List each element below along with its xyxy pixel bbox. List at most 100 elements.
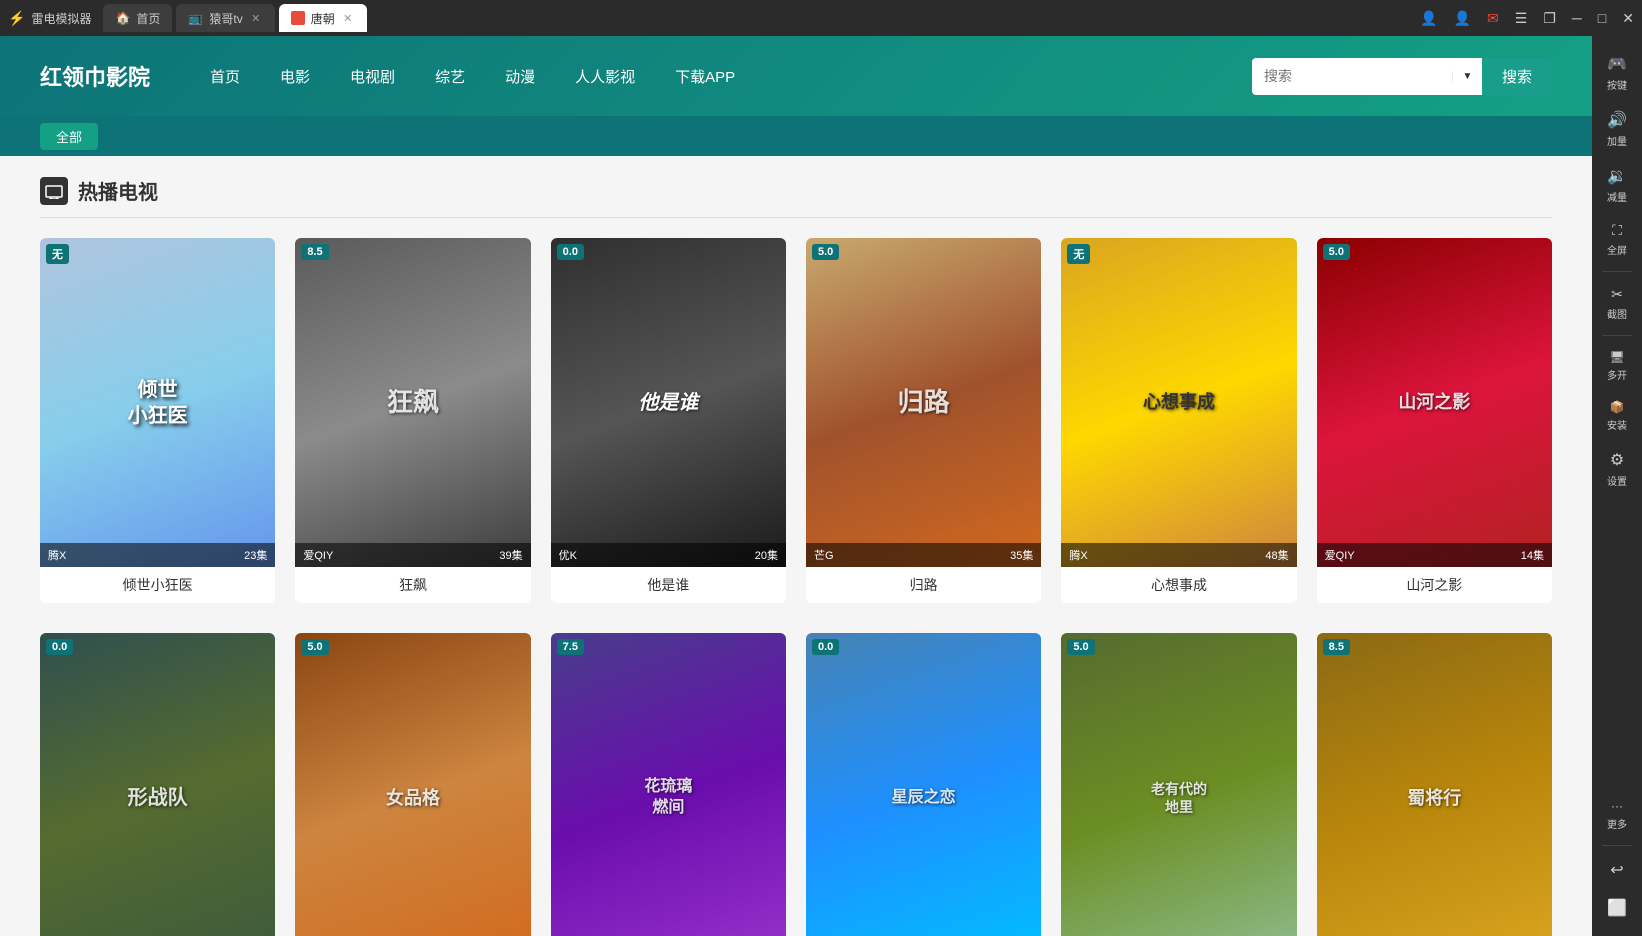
card-badge-1: 8.5 [301,244,328,260]
home-circle-icon: ⬜ [1607,898,1627,918]
sidebar-volume-up-btn[interactable]: 🔊 加量 [1597,102,1637,156]
card-meta-4: 腾X 48集 [1061,543,1296,567]
card-xingchen[interactable]: 星辰之恋 0.0 优K 40集 星辰之恋 [806,633,1041,936]
card-shujianxing[interactable]: 蜀将行 8.5 腾X 39集 蜀将行 [1317,633,1552,936]
titlebar-copy-icon[interactable]: ❐ [1543,10,1556,27]
card-qingshi[interactable]: 倾世小狂医 无 腾X 23集 倾世小狂医 [40,238,275,603]
title-bar: ⚡ 雷电模拟器 🏠 首页 📺 猿哥tv ✕ 唐朝 ✕ 👤 👤 ✉ ☰ ❐ ─ □… [0,0,1642,36]
nav-rrtv[interactable]: 人人影视 [575,62,635,91]
tab-tangchao-label: 唐朝 [311,10,335,27]
search-button[interactable]: 搜索 [1482,58,1552,95]
sidebar-more-btn[interactable]: ··· 更多 [1597,791,1637,839]
search-area: ▼ 搜索 [1252,58,1552,95]
card-meta-3: 芒G 35集 [806,543,1041,567]
card-badge-11: 8.5 [1323,639,1350,655]
tab-home-label: 首页 [136,10,160,27]
nav-anime[interactable]: 动漫 [505,62,535,91]
titlebar-maximize-icon[interactable]: □ [1598,10,1606,26]
card-meta-5: 爱QIY 14集 [1317,543,1552,567]
card-badge-5: 5.0 [1323,244,1350,260]
titlebar-minimize-icon[interactable]: ─ [1572,10,1582,26]
sidebar-install-btn[interactable]: 📦 安装 [1597,392,1637,440]
card-badge-10: 5.0 [1067,639,1094,655]
sidebar-divider-2 [1602,335,1632,336]
card-badge-9: 0.0 [812,639,839,655]
multiopen-icon: 🖥 [1609,350,1624,364]
nav-menu: 首页 电影 电视剧 综艺 动漫 人人影视 下载APP [210,62,735,91]
section-hot-title: 热播电视 [78,176,158,205]
hot-tv-icon [40,177,68,205]
card-badge-6: 0.0 [46,639,73,655]
settings-icon: ⚙ [1610,450,1624,470]
sidebar-home-btn[interactable]: ⬜ [1597,890,1637,926]
hot-tv-grid: 倾世小狂医 无 腾X 23集 倾世小狂医 [40,238,1552,603]
app-logo: 红领巾影院 [40,60,150,92]
card-laoyou[interactable]: 老有代的地里 5.0 爱G 60集 老有代的地里 [1061,633,1296,936]
sidebar-settings-btn[interactable]: ⚙ 设置 [1597,442,1637,496]
card-meta-2: 优K 20集 [551,543,786,567]
card-title-2: 他是谁 [551,567,786,603]
card-meta-1: 爱QIY 39集 [295,543,530,567]
card-badge-2: 0.0 [557,244,584,260]
sidebar-settings-label: 设置 [1607,473,1627,488]
titlebar-account-icon[interactable]: 👤 [1454,10,1471,27]
tab-tangchao[interactable]: 唐朝 ✕ [279,4,367,32]
card-badge-7: 5.0 [301,639,328,655]
titlebar-mail-icon[interactable]: ✉ [1487,10,1499,27]
sidebar-screenshot-label: 截图 [1607,306,1627,321]
card-nvpinge[interactable]: 女品格 5.0 芒G 55集 女品格 [295,633,530,936]
card-kuangbiao[interactable]: 狂飙 8.5 爱QIY 39集 狂飙 [295,238,530,603]
card-badge-4: 无 [1067,244,1090,264]
card-tashishui[interactable]: 他是谁 0.0 优K 20集 他是谁 [551,238,786,603]
volume-down-icon: 🔉 [1607,166,1627,186]
sidebar-fullscreen-label: 全屏 [1607,242,1627,257]
card-shanhe[interactable]: 山河之影 5.0 爱QIY 14集 山河之影 [1317,238,1552,603]
tab-huiji-close[interactable]: ✕ [249,11,263,25]
card-badge-0: 无 [46,244,69,264]
nav-movie[interactable]: 电影 [280,62,310,91]
card-title-4: 心想事成 [1061,567,1296,603]
nav-variety[interactable]: 综艺 [435,62,465,91]
nav-download[interactable]: 下载APP [675,62,735,91]
card-xinxiang[interactable]: 心想事成 无 腾X 48集 心想事成 [1061,238,1296,603]
more-icon: ··· [1611,799,1623,813]
card-guilu[interactable]: 归路 5.0 芒G 35集 归路 [806,238,1041,603]
card-badge-3: 5.0 [812,244,839,260]
tab-huiji-label: 猿哥tv [209,10,242,27]
sidebar-back-btn[interactable]: ↩ [1597,852,1637,888]
titlebar-menu-icon[interactable]: ☰ [1515,10,1528,27]
sidebar-screenshot-btn[interactable]: ✂ 截图 [1597,278,1637,329]
card-title-1: 狂飙 [295,567,530,603]
sidebar-volume-up-label: 加量 [1607,133,1627,148]
right-sidebar: 🎮 按键 🔊 加量 🔉 减量 ⛶ 全屏 ✂ 截图 🖥 [1592,36,1642,936]
tab-home[interactable]: 🏠 首页 [103,4,172,32]
sidebar-controller-btn[interactable]: 🎮 按键 [1597,46,1637,100]
main-content: 热播电视 倾世小狂医 无 [0,156,1592,936]
tab-huiji[interactable]: 📺 猿哥tv ✕ [176,4,274,32]
sidebar-fullscreen-btn[interactable]: ⛶ 全屏 [1597,214,1637,265]
search-input[interactable] [1252,60,1452,92]
card-hualuli[interactable]: 花琉璃燃间 7.5 腾X 26集 花琉璃燃间 [551,633,786,936]
hot-tv-grid-2: 形战队 0.0 优K 18集 形战队 [40,633,1552,936]
section-hot-header: 热播电视 [40,176,1552,218]
install-icon: 📦 [1610,400,1625,414]
back-icon: ↩ [1610,860,1623,880]
search-dropdown-btn[interactable]: ▼ [1452,71,1482,82]
controller-icon: 🎮 [1607,54,1627,74]
app-title: 雷电模拟器 [31,10,91,27]
card-title-3: 归路 [806,567,1041,603]
titlebar-close-icon[interactable]: ✕ [1622,10,1634,27]
app-header: 红领巾影院 首页 电影 电视剧 综艺 动漫 人人影视 下载APP ▼ 搜索 [0,36,1592,116]
titlebar-person-icon[interactable]: 👤 [1420,10,1437,27]
card-meta-0: 腾X 23集 [40,543,275,567]
nav-tv[interactable]: 电视剧 [350,62,395,91]
sidebar-more-label: 更多 [1607,816,1627,831]
tab-tangchao-close[interactable]: ✕ [341,11,355,25]
sidebar-volume-down-btn[interactable]: 🔉 减量 [1597,158,1637,212]
nav-home[interactable]: 首页 [210,62,240,91]
screenshot-icon: ✂ [1611,286,1623,303]
sidebar-multiopen-btn[interactable]: 🖥 多开 [1597,342,1637,390]
card-xingzhan[interactable]: 形战队 0.0 优K 18集 形战队 [40,633,275,936]
sub-nav-all[interactable]: 全部 [40,123,98,150]
sidebar-volume-down-label: 减量 [1607,189,1627,204]
